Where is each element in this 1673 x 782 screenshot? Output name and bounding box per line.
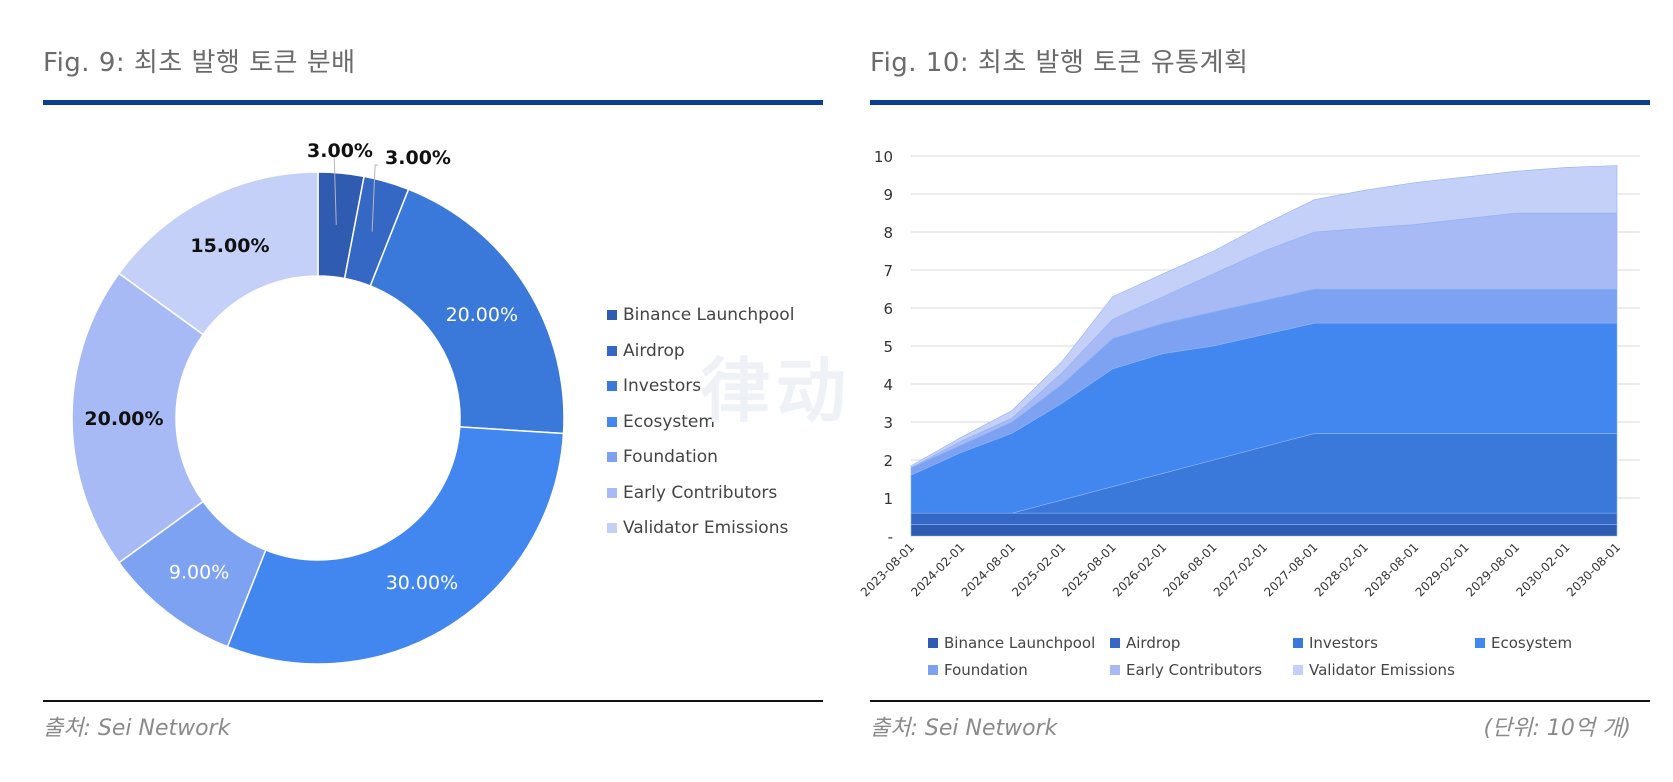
legend-label: Validator Emissions bbox=[1309, 661, 1455, 679]
area-series-airdrop bbox=[910, 512, 1618, 525]
area-chart: -12345678910 2023-08-012024-02-012024-08… bbox=[858, 148, 1640, 599]
fig10-source: 출처: Sei Network bbox=[870, 716, 1058, 741]
fig10-unit: (단위: 10억 개) bbox=[1483, 716, 1631, 741]
x-tick-label: 2030-08-01 bbox=[1564, 540, 1623, 599]
legend-swatch bbox=[1293, 638, 1303, 648]
legend-item: Binance Launchpool bbox=[928, 634, 1095, 652]
legend-label: Investors bbox=[1309, 634, 1378, 652]
legend-item: Validator Emissions bbox=[1293, 661, 1455, 679]
legend-swatch bbox=[928, 665, 938, 675]
legend-item: Airdrop bbox=[1110, 634, 1180, 652]
y-tick-label: 6 bbox=[883, 300, 893, 318]
legend-item: Investors bbox=[1293, 634, 1378, 652]
y-tick-label: 5 bbox=[883, 338, 893, 356]
y-tick-label: 7 bbox=[883, 262, 893, 280]
legend-swatch bbox=[1110, 638, 1120, 648]
y-tick-label: 1 bbox=[883, 490, 893, 508]
legend-label: Binance Launchpool bbox=[944, 634, 1096, 652]
legend-label: Early Contributors bbox=[1126, 661, 1263, 679]
legend-label: Ecosystem bbox=[1491, 634, 1573, 652]
legend-label: Airdrop bbox=[1126, 634, 1181, 652]
legend-label: Foundation bbox=[944, 661, 1028, 679]
legend-item: Ecosystem bbox=[1475, 634, 1572, 652]
y-tick-label: - bbox=[888, 528, 893, 546]
y-tick-label: 8 bbox=[883, 224, 893, 242]
legend-item: Foundation bbox=[928, 661, 1028, 679]
legend-swatch bbox=[1475, 638, 1485, 648]
y-tick-label: 4 bbox=[883, 376, 893, 394]
y-tick-label: 2 bbox=[883, 452, 893, 470]
area-series-binance-launchpool bbox=[910, 524, 1618, 537]
legend-swatch bbox=[1110, 665, 1120, 675]
fig10-footer-rule bbox=[870, 700, 1650, 702]
legend-swatch bbox=[1293, 665, 1303, 675]
legend-swatch bbox=[928, 638, 938, 648]
y-tick-label: 10 bbox=[874, 148, 893, 166]
right-panel: Fig. 10: 최초 발행 토큰 유통계획 -1 2 3 4 5 6 7 8 9 10 2023… bbox=[0, 0, 1673, 782]
legend-item: Early Contributors bbox=[1110, 661, 1262, 679]
y-tick-label: 3 bbox=[883, 414, 893, 432]
y-tick-label: 9 bbox=[883, 186, 893, 204]
